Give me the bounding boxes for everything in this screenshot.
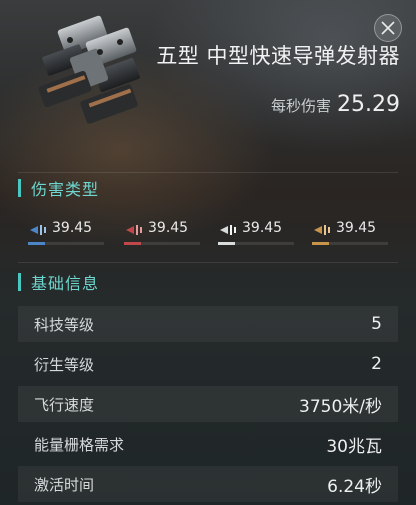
damage-value: 39.45 xyxy=(148,220,189,236)
damage-type-explosive: 39.45 xyxy=(312,218,388,248)
close-button[interactable] xyxy=(374,14,402,42)
divider xyxy=(18,262,398,263)
section-accent-bar xyxy=(18,273,21,291)
module-title: 五型 中型快速导弹发射器 xyxy=(156,44,400,68)
dps-value: 25.29 xyxy=(337,92,400,117)
info-value: 6.24秒 xyxy=(327,476,382,497)
kinetic-damage-icon xyxy=(220,225,236,235)
damage-type-em: 39.45 xyxy=(28,218,104,248)
damage-bar-fill xyxy=(28,242,45,245)
info-value: 3750米/秒 xyxy=(299,396,382,417)
explosive-damage-icon xyxy=(314,225,330,235)
missile-launcher-image xyxy=(38,15,140,124)
damage-bar xyxy=(312,242,388,245)
thermal-damage-icon xyxy=(126,225,142,235)
info-section-header: 基础信息 xyxy=(18,270,99,294)
dps-row: 每秒伤害 25.29 xyxy=(271,92,400,117)
damage-type-kinetic: 39.45 xyxy=(218,218,294,248)
info-section-title: 基础信息 xyxy=(31,274,100,293)
close-icon xyxy=(381,21,395,35)
info-row-activation-time: 激活时间 6.24秒 xyxy=(18,466,398,502)
section-accent-bar xyxy=(18,179,21,197)
module-info-panel: 五型 中型快速导弹发射器 每秒伤害 25.29 伤害类型 39.45 39.45… xyxy=(0,0,416,505)
info-label: 衍生等级 xyxy=(34,355,95,374)
damage-type-thermal: 39.45 xyxy=(124,218,200,248)
damage-bar xyxy=(124,242,200,245)
info-row-powergrid: 能量栅格需求 30兆瓦 xyxy=(18,426,398,462)
divider xyxy=(18,172,398,173)
damage-section-header: 伤害类型 xyxy=(18,176,99,200)
info-label: 飞行速度 xyxy=(34,395,95,414)
info-row-meta-level: 衍生等级 2 xyxy=(18,346,398,382)
info-value: 30兆瓦 xyxy=(326,436,382,457)
damage-bar xyxy=(28,242,104,245)
info-label: 激活时间 xyxy=(34,475,95,494)
damage-value: 39.45 xyxy=(52,220,93,236)
info-label: 能量栅格需求 xyxy=(34,435,125,454)
dps-label: 每秒伤害 xyxy=(271,97,332,115)
info-value: 2 xyxy=(371,354,382,374)
damage-bar xyxy=(218,242,294,245)
info-row-flight-speed: 飞行速度 3750米/秒 xyxy=(18,386,398,422)
module-header: 五型 中型快速导弹发射器 每秒伤害 25.29 xyxy=(0,0,416,160)
damage-bar-fill xyxy=(124,242,141,245)
damage-section-title: 伤害类型 xyxy=(31,180,100,199)
damage-value: 39.45 xyxy=(242,220,283,236)
em-damage-icon xyxy=(30,225,46,235)
damage-types: 39.45 39.45 39.45 39.45 xyxy=(28,218,388,248)
damage-value: 39.45 xyxy=(336,220,377,236)
info-value: 5 xyxy=(371,314,382,334)
info-list: 科技等级 5 衍生等级 2 飞行速度 3750米/秒 能量栅格需求 30兆瓦 激… xyxy=(18,306,398,505)
damage-bar-fill xyxy=(218,242,235,245)
info-label: 科技等级 xyxy=(34,315,95,334)
damage-bar-fill xyxy=(312,242,329,245)
info-row-tech-level: 科技等级 5 xyxy=(18,306,398,342)
